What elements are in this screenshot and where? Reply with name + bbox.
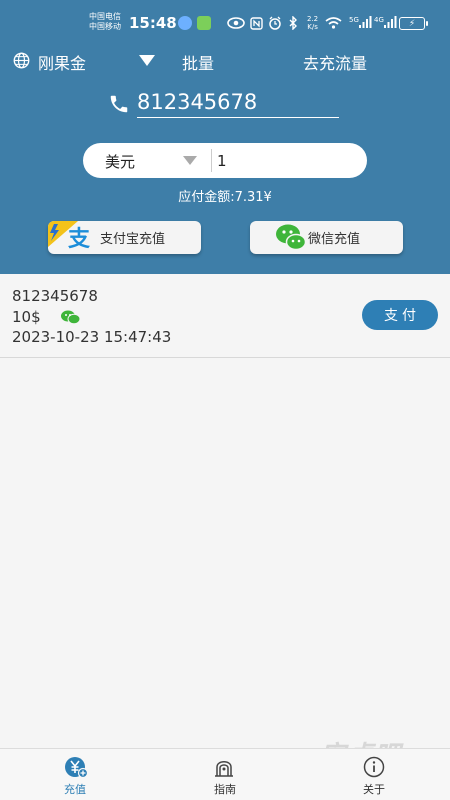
status-time: 15:48 xyxy=(129,14,177,32)
tab-guide[interactable]: 指南 xyxy=(165,749,285,800)
batch-button[interactable]: 批量 xyxy=(182,50,214,74)
carrier-1: 中国电信 xyxy=(89,12,121,21)
signal-icon-1 xyxy=(359,16,372,28)
app-notification-icon xyxy=(178,16,192,30)
alipay-recharge-button[interactable]: 支 支付宝充值 xyxy=(48,221,201,254)
divider xyxy=(211,149,212,172)
wifi-icon xyxy=(325,17,342,29)
phone-number-input[interactable] xyxy=(137,86,339,118)
record-phone: 812345678 xyxy=(12,287,98,305)
carrier-2: 中国移动 xyxy=(89,22,121,31)
record-time: 2023-10-23 15:47:43 xyxy=(12,328,172,346)
battery-icon: ⚡ xyxy=(399,17,428,30)
tab-about-label: 关于 xyxy=(363,783,385,796)
wechat-recharge-label: 微信充值 xyxy=(308,232,361,247)
speed-value: 2.2 xyxy=(307,15,319,23)
payable-amount: 应付金额:7.31¥ xyxy=(178,190,272,205)
phone-icon xyxy=(110,95,128,113)
top-row: 刚果金 批量 去充流量 xyxy=(0,48,450,74)
globe-icon[interactable] xyxy=(13,52,30,69)
currency-amount-field: 美元 xyxy=(83,143,367,178)
eye-icon xyxy=(227,17,245,29)
signal-icon-2 xyxy=(384,16,397,28)
info-icon xyxy=(363,756,385,778)
alarm-icon xyxy=(269,16,281,30)
amount-input[interactable] xyxy=(217,147,347,174)
charge-icon xyxy=(65,757,88,779)
network-speed: 2.2 K/s xyxy=(307,15,318,31)
tab-about[interactable]: 关于 xyxy=(314,749,434,800)
data-recharge-link[interactable]: 去充流量 xyxy=(303,50,367,74)
alipay-icon: 支 xyxy=(48,221,91,252)
carrier-info: 中国电信 中国移动 xyxy=(89,12,121,32)
record-amount: 10$ xyxy=(12,308,41,326)
wechat-icon xyxy=(276,224,307,251)
header: 中国电信 中国移动 15:48 2.2 K/s 5G 4G ⚡ 刚果金 批量 去… xyxy=(0,0,450,274)
tab-charge-label: 充值 xyxy=(64,783,86,796)
bluetooth-icon xyxy=(289,16,297,30)
guide-icon xyxy=(215,761,233,777)
wechat-icon xyxy=(61,310,81,325)
status-bar: 中国电信 中国移动 15:48 2.2 K/s 5G 4G ⚡ xyxy=(0,8,450,38)
currency-select[interactable]: 美元 xyxy=(105,151,135,172)
svg-text:支: 支 xyxy=(68,227,91,252)
country-label[interactable]: 刚果金 xyxy=(38,50,86,74)
bottom-nav: 充值 指南 关于 xyxy=(0,748,450,800)
country-dropdown-icon[interactable] xyxy=(139,55,155,66)
tab-charge[interactable]: 充值 xyxy=(15,749,135,800)
wechat-recharge-button[interactable]: 微信充值 xyxy=(250,221,403,254)
alipay-recharge-label: 支付宝充值 xyxy=(100,232,166,247)
nfc-icon xyxy=(250,17,263,30)
android-notification-icon xyxy=(197,16,211,30)
pay-button[interactable]: 支付 xyxy=(362,300,438,330)
currency-dropdown-icon[interactable] xyxy=(183,156,197,165)
tab-guide-label: 指南 xyxy=(214,783,236,796)
list-item[interactable]: 812345678 10$ 2023-10-23 15:47:43 支付 xyxy=(0,278,450,358)
speed-unit: K/s xyxy=(307,23,318,31)
